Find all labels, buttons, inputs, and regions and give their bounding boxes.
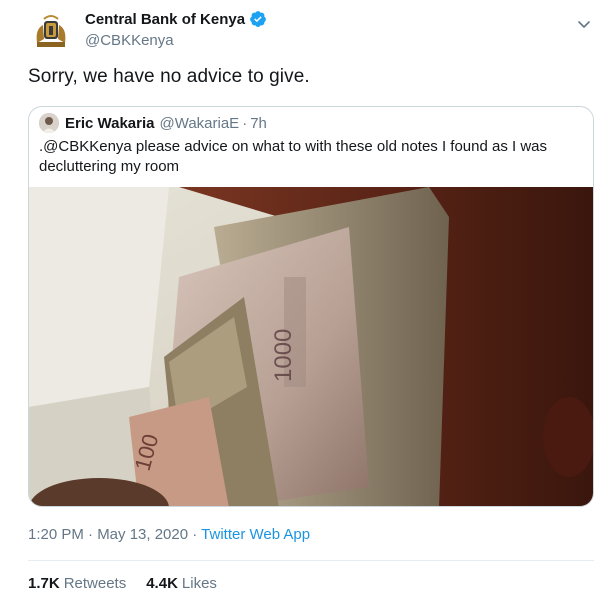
quoted-tweet-text: .@CBKKenya please advice on what to with… [39,138,548,175]
quoted-age: 7h [250,114,267,132]
quoted-separator: · [242,114,248,132]
likes-count: 4.4K [146,575,178,592]
quoted-author-avatar[interactable] [39,113,59,133]
quoted-tweet-photo[interactable]: 1000 100 [29,187,593,506]
author-handle[interactable]: @CBKKenya [85,32,267,49]
tweet-card: Central Bank of Kenya @CBKKenya Sorry, w… [0,0,610,606]
author-display-name[interactable]: Central Bank of Kenya [85,11,245,28]
cbk-crest-icon[interactable] [28,10,74,56]
retweets-stat[interactable]: 1.7K Retweets [28,575,126,592]
verified-badge-icon [249,10,267,28]
likes-label: Likes [181,575,217,592]
tweet-meta: 1:20 PM · May 13, 2020 · Twitter Web App [28,526,310,543]
retweets-label: Retweets [63,575,127,592]
likes-stat[interactable]: 4.4K Likes [146,575,217,592]
retweets-count: 1.7K [28,575,60,592]
tweet-stats: 1.7K Retweets 4.4K Likes [28,575,237,592]
quoted-author-handle[interactable]: @WakariaE [160,115,240,132]
source-app-link[interactable]: Twitter Web App [201,526,310,543]
meta-separator: · [188,526,202,543]
quoted-tweet[interactable]: Eric Wakaria @WakariaE · 7h .@CBKKenya p… [28,106,594,507]
tweet-text: Sorry, we have no advice to give. [28,66,310,87]
divider [28,560,594,561]
chevron-down-icon[interactable] [576,16,592,32]
svg-text:1000: 1000 [270,329,297,382]
author-block: Central Bank of Kenya @CBKKenya [85,9,267,49]
quoted-author-name[interactable]: Eric Wakaria [65,115,155,132]
tweet-timestamp[interactable]: 1:20 PM · May 13, 2020 [28,526,188,543]
quoted-tweet-header: Eric Wakaria @WakariaE · 7h [39,113,267,133]
